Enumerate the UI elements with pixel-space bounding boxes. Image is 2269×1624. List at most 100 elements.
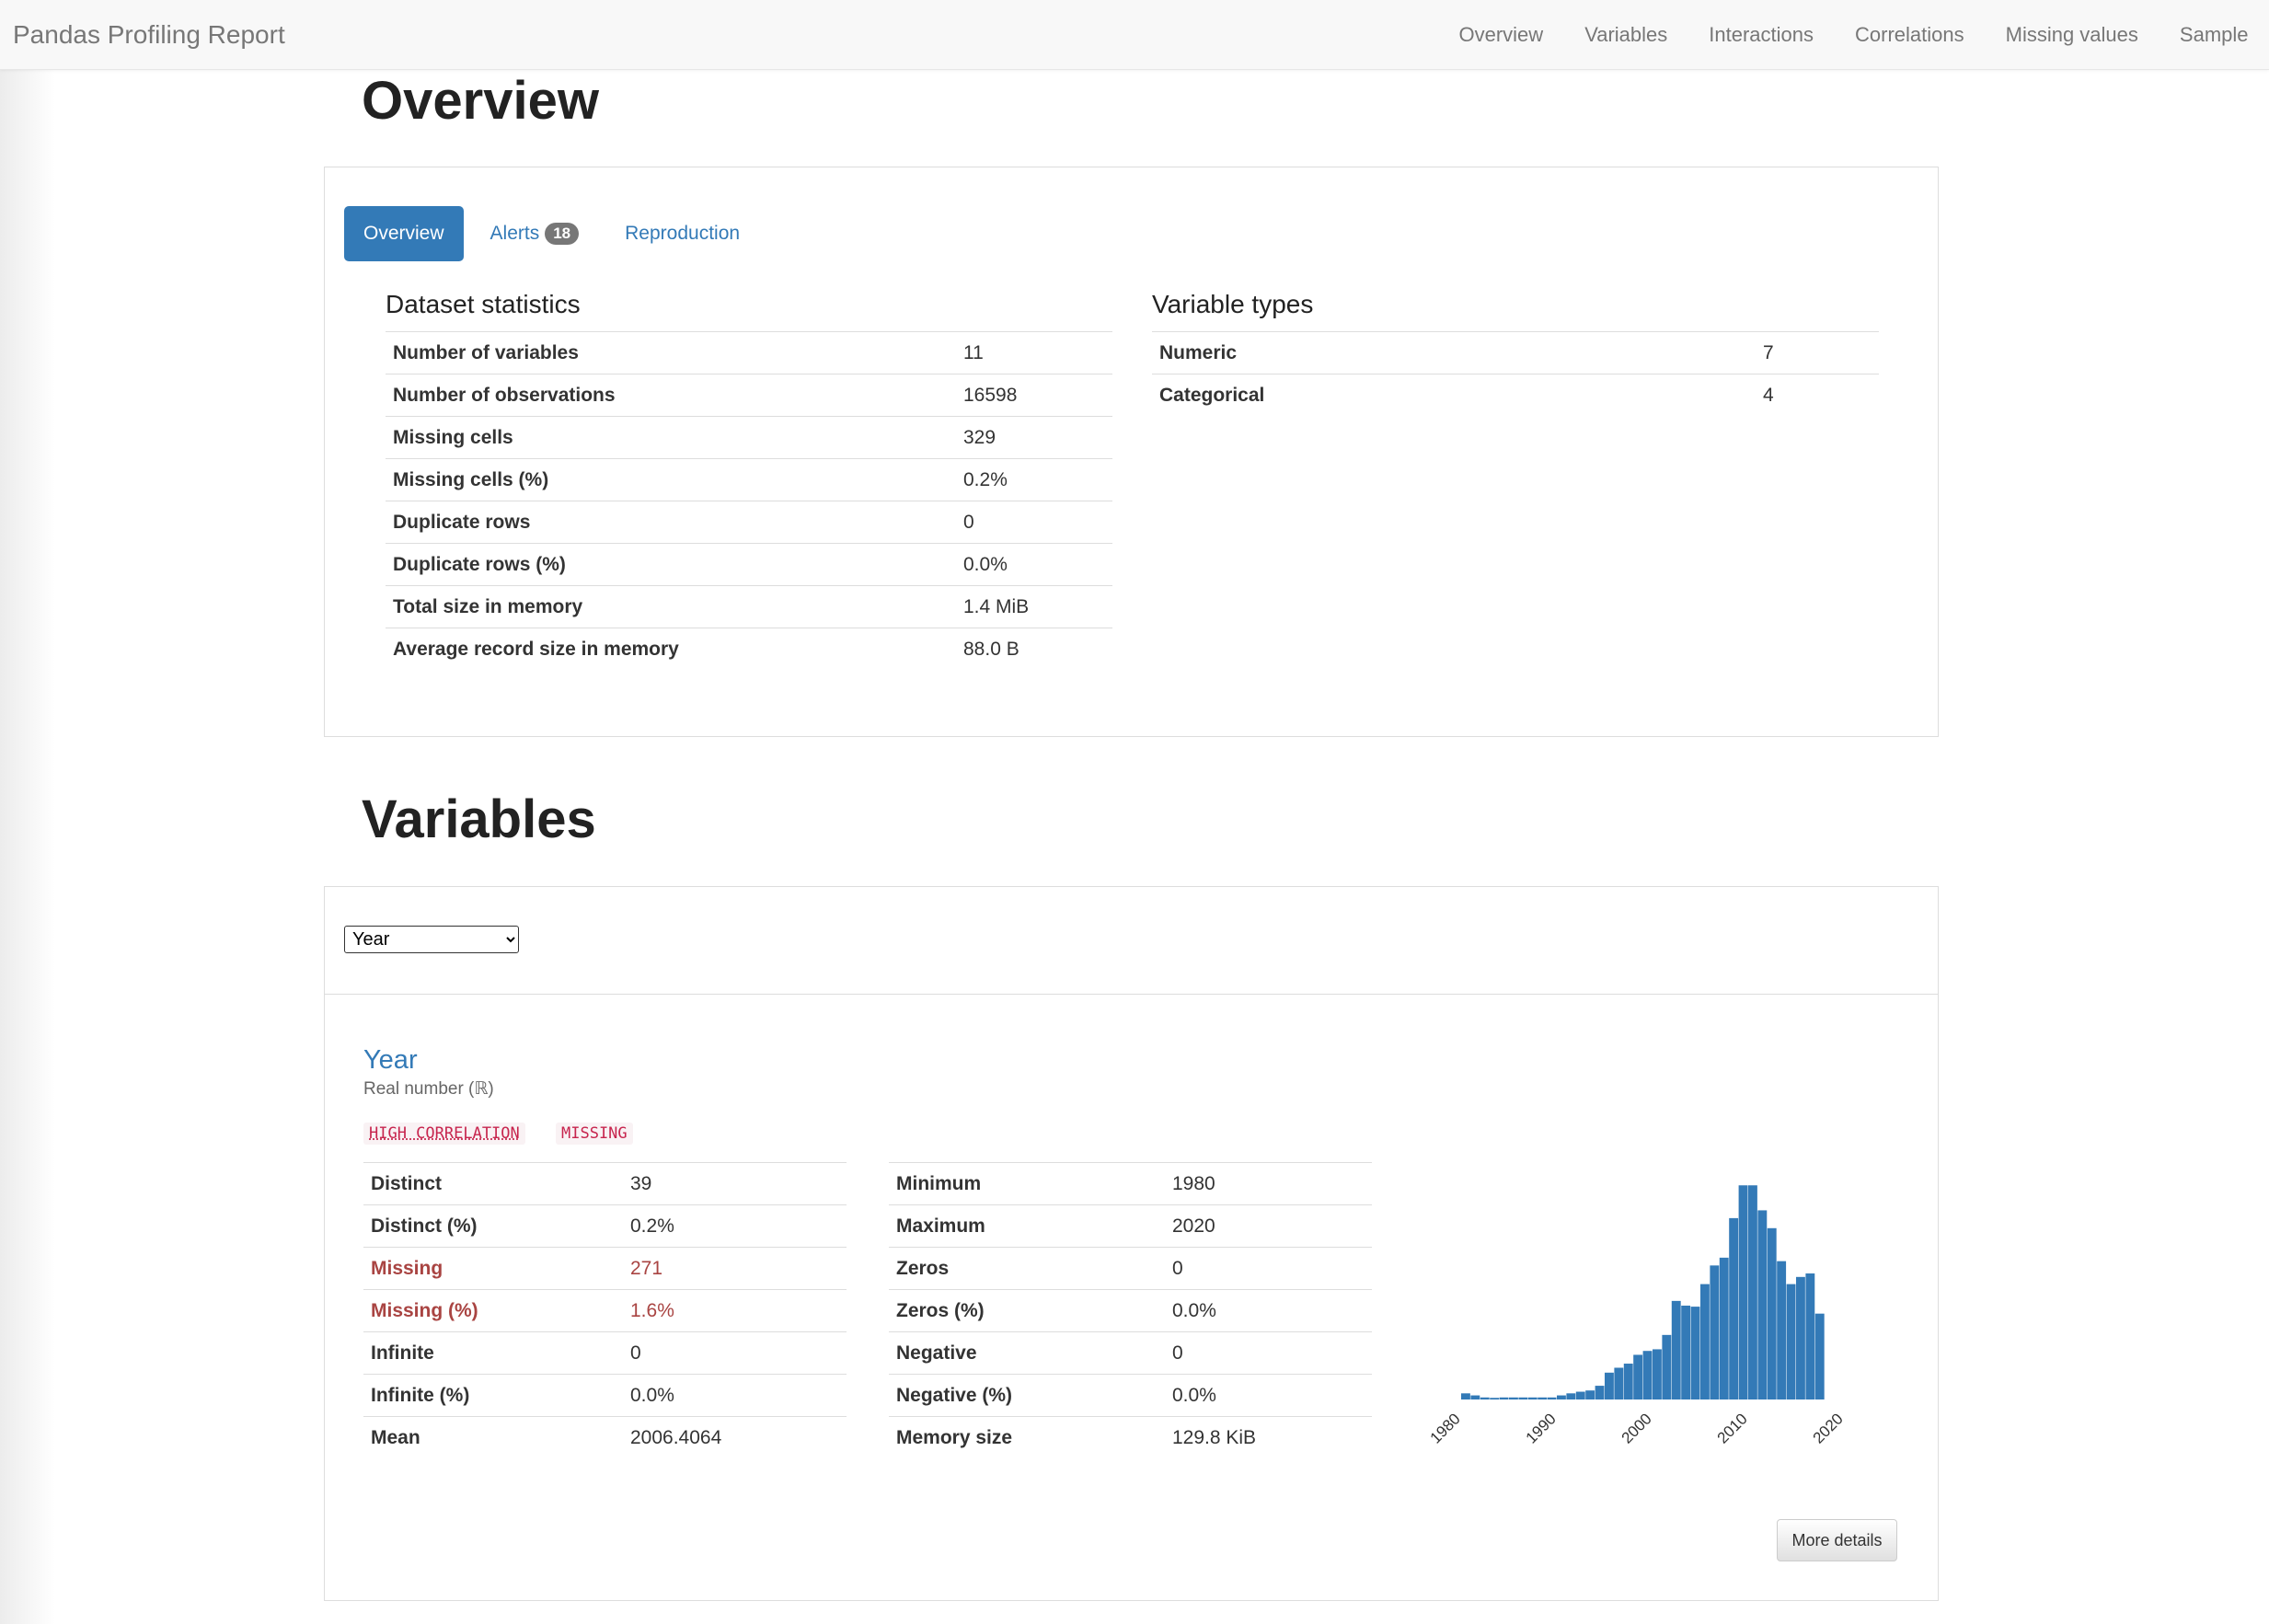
histogram-bar <box>1480 1397 1490 1399</box>
nav-link-interactions[interactable]: Interactions <box>1688 0 1835 70</box>
nav-link-variables[interactable]: Variables <box>1564 0 1688 70</box>
brand-link[interactable]: Pandas Profiling Report <box>13 20 285 50</box>
x-tick-label: 2020 <box>1810 1410 1847 1446</box>
stat-label: Duplicate rows <box>386 501 956 544</box>
table-row: Duplicate rows (%) 0.0% <box>386 543 1112 586</box>
histogram-bar <box>1748 1185 1757 1399</box>
histogram-bar <box>1738 1185 1748 1399</box>
nav-links: Overview Variables Interactions Correlat… <box>1438 0 2269 70</box>
nav-link-sample[interactable]: Sample <box>2159 0 2269 70</box>
histogram-bar <box>1710 1265 1720 1399</box>
stat-value: 0.0% <box>1165 1374 1372 1417</box>
stat-value: 39 <box>623 1162 847 1205</box>
histogram-bar <box>1690 1307 1700 1399</box>
variables-heading: Variables <box>362 789 596 849</box>
stat-label: Maximum <box>889 1204 1165 1248</box>
stat-value: 0.0% <box>956 543 1112 586</box>
stat-value: 2020 <box>1165 1204 1372 1248</box>
more-details-button[interactable]: More details <box>1777 1519 1897 1561</box>
variable-types-title: Variable types <box>1152 290 1314 318</box>
histogram-bar <box>1509 1397 1518 1399</box>
histogram-bar <box>1585 1390 1595 1399</box>
histogram-bar <box>1814 1313 1825 1399</box>
stat-value: 0 <box>956 501 1112 544</box>
stat-value: 2006.4064 <box>623 1416 847 1459</box>
stat-label: Distinct <box>363 1162 623 1205</box>
tab-alerts[interactable]: Alerts 18 <box>471 206 599 261</box>
stat-label: Missing (%) <box>363 1289 623 1332</box>
stat-label: Memory size <box>889 1416 1165 1459</box>
stat-label: Negative <box>889 1331 1165 1375</box>
table-row: Total size in memory 1.4 MiB <box>386 585 1112 628</box>
stat-label: Number of observations <box>386 374 956 417</box>
table-row: Zeros 0 <box>889 1247 1372 1290</box>
stat-value: 0 <box>623 1331 847 1375</box>
stat-value: 0.2% <box>956 458 1112 501</box>
histogram-bar <box>1719 1257 1729 1399</box>
tab-reproduction[interactable]: Reproduction <box>605 206 759 261</box>
histogram-bar <box>1671 1300 1681 1399</box>
histogram-bar <box>1547 1397 1557 1399</box>
stat-label: Infinite <box>363 1331 623 1375</box>
stat-label: Negative (%) <box>889 1374 1165 1417</box>
histogram-bar <box>1527 1397 1538 1399</box>
table-row: Minimum 1980 <box>889 1162 1372 1205</box>
tab-alerts-label: Alerts <box>490 223 540 244</box>
table-row: Number of observations 16598 <box>386 374 1112 417</box>
histogram-bar <box>1642 1351 1653 1399</box>
nav-link-missing-values[interactable]: Missing values <box>1985 0 2159 70</box>
histogram-bar <box>1786 1284 1796 1399</box>
nav-link-overview[interactable]: Overview <box>1438 0 1564 70</box>
stat-value: 0 <box>1165 1247 1372 1290</box>
nav-link-correlations[interactable]: Correlations <box>1835 0 1986 70</box>
stat-label: Mean <box>363 1416 623 1459</box>
stat-value: 7 <box>1756 331 1879 374</box>
stat-value: 88.0 B <box>956 628 1112 671</box>
table-row: Categorical 4 <box>1152 374 1879 417</box>
variable-types-table: Numeric 7 Categorical 4 <box>1152 331 1879 417</box>
histogram-bar <box>1653 1349 1662 1399</box>
stat-label: Numeric <box>1152 331 1756 374</box>
table-row: Missing cells (%) 0.2% <box>386 458 1112 501</box>
variable-stats-table-right: Minimum 1980 Maximum 2020 Zeros 0 Zeros (%)… <box>889 1162 1372 1459</box>
tag-high-correlation[interactable]: HIGH CORRELATION <box>363 1123 525 1145</box>
histogram-bar <box>1796 1276 1805 1399</box>
stat-label: Missing cells (%) <box>386 458 956 501</box>
x-tick-label: 2000 <box>1618 1410 1655 1446</box>
table-row: Duplicate rows 0 <box>386 501 1112 544</box>
tab-overview-label: Overview <box>363 223 444 244</box>
stat-value: 1980 <box>1165 1162 1372 1205</box>
stat-value: 16598 <box>956 374 1112 417</box>
dataset-statistics-title: Dataset statistics <box>386 290 581 318</box>
histogram-bar <box>1538 1397 1548 1399</box>
histogram-bar <box>1681 1305 1691 1399</box>
histogram-bar <box>1605 1372 1614 1399</box>
table-row: Missing (%) 1.6% <box>363 1289 847 1332</box>
table-row: Infinite 0 <box>363 1331 847 1375</box>
table-row: Missing cells 329 <box>386 416 1112 459</box>
stat-label: Missing cells <box>386 416 956 459</box>
stat-value: 0 <box>1165 1331 1372 1375</box>
table-row: Average record size in memory 88.0 B <box>386 628 1112 671</box>
table-row: Maximum 2020 <box>889 1204 1372 1248</box>
variable-select[interactable]: Year <box>344 926 519 953</box>
tab-overview[interactable]: Overview <box>344 206 464 261</box>
x-tick-label: 1990 <box>1523 1410 1560 1446</box>
histogram-bar <box>1614 1367 1624 1399</box>
stat-value: 271 <box>623 1247 847 1290</box>
histogram-bar <box>1623 1364 1633 1399</box>
histogram-bar <box>1757 1210 1768 1399</box>
histogram-bar <box>1805 1273 1815 1399</box>
variable-name-link[interactable]: Year <box>363 1045 418 1076</box>
table-row: Number of variables 11 <box>386 331 1112 374</box>
x-tick-label: 2010 <box>1714 1410 1751 1446</box>
variable-stats-table-left: Distinct 39 Distinct (%) 0.2% Missing 271 M… <box>363 1162 847 1459</box>
stat-value: 129.8 KiB <box>1165 1416 1372 1459</box>
stat-label: Number of variables <box>386 331 956 374</box>
page-edge-shadow <box>0 70 55 1624</box>
stat-value: 0.2% <box>623 1204 847 1248</box>
tag-missing: MISSING <box>556 1123 633 1145</box>
stat-label: Categorical <box>1152 374 1756 417</box>
histogram-bar <box>1575 1391 1585 1399</box>
histogram-bar <box>1700 1284 1710 1399</box>
